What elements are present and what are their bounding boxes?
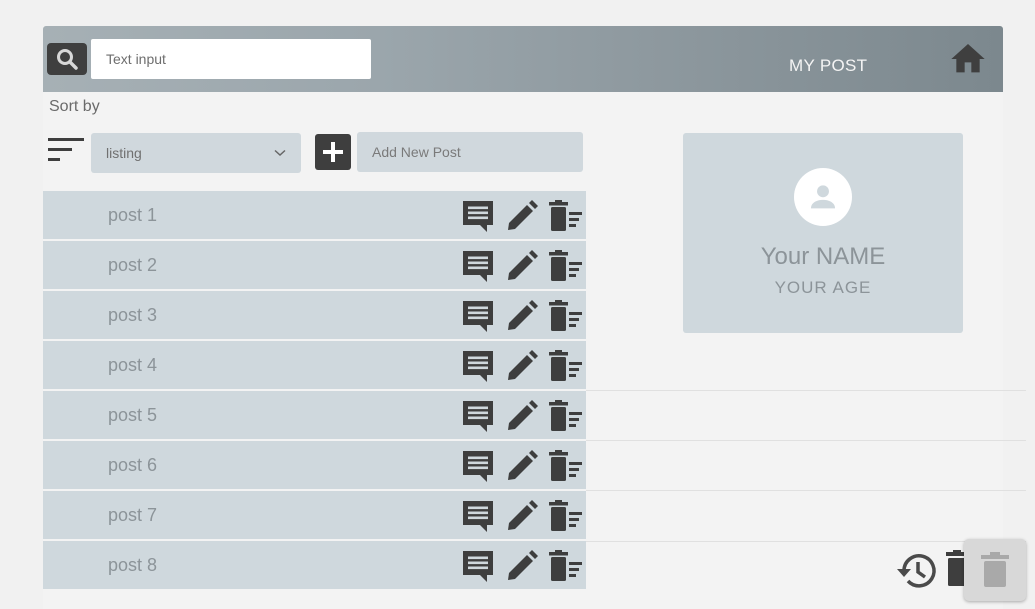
post-title: post 7	[108, 505, 158, 525]
comment-icon[interactable]	[461, 199, 495, 233]
post-title: post 5	[108, 405, 158, 425]
post-actions	[461, 349, 583, 383]
plus-icon	[323, 142, 343, 162]
app-container: MY POST Sort by listing post 1post 2post…	[43, 26, 1026, 609]
post-actions	[461, 399, 583, 433]
post-title: post 8	[108, 555, 158, 575]
post-title: post 4	[108, 355, 158, 375]
add-post-input[interactable]	[357, 132, 583, 172]
header-bar: MY POST	[43, 26, 1003, 92]
post-actions	[461, 299, 583, 333]
comment-icon[interactable]	[461, 399, 495, 433]
comment-icon[interactable]	[461, 449, 495, 483]
trash-bin-button[interactable]	[964, 539, 1026, 601]
post-actions	[461, 199, 583, 233]
profile-age: YOUR AGE	[774, 278, 872, 297]
comment-icon[interactable]	[461, 349, 495, 383]
post-row[interactable]: post 8	[43, 541, 586, 591]
chevron-down-icon	[274, 149, 286, 157]
delete-sweep-icon[interactable]	[549, 499, 583, 533]
comment-icon[interactable]	[461, 549, 495, 583]
pencil-icon[interactable]	[505, 199, 539, 233]
post-title: post 1	[108, 205, 158, 225]
search-button[interactable]	[47, 43, 87, 75]
delete-sweep-icon[interactable]	[549, 349, 583, 383]
pencil-icon[interactable]	[505, 349, 539, 383]
profile-name: Your NAME	[760, 243, 886, 270]
delete-sweep-icon[interactable]	[549, 249, 583, 283]
post-row[interactable]: post 6	[43, 441, 586, 491]
post-list: post 1 post 2 post 3 post 4 post 5 post 6 post…	[43, 191, 586, 591]
comment-icon[interactable]	[461, 499, 495, 533]
divider	[586, 490, 1026, 491]
post-title: post 6	[108, 455, 158, 475]
sort-by-label: Sort by	[49, 98, 100, 115]
user-icon	[810, 185, 836, 209]
restore-icon[interactable]	[894, 548, 940, 594]
delete-sweep-icon[interactable]	[549, 449, 583, 483]
pencil-icon[interactable]	[505, 449, 539, 483]
comment-icon[interactable]	[461, 249, 495, 283]
post-actions	[461, 499, 583, 533]
search-icon	[57, 49, 78, 70]
sort-icon[interactable]	[48, 138, 88, 164]
sort-select-value: listing	[106, 145, 142, 161]
page-title: MY POST	[789, 56, 868, 75]
profile-card: Your NAME YOUR AGE	[683, 133, 963, 333]
add-post-button[interactable]	[315, 134, 351, 170]
post-title: post 2	[108, 255, 158, 275]
comment-icon[interactable]	[461, 299, 495, 333]
post-row[interactable]: post 2	[43, 241, 586, 291]
divider	[586, 390, 1026, 391]
delete-sweep-icon[interactable]	[549, 549, 583, 583]
search-input[interactable]	[91, 39, 371, 79]
pencil-icon[interactable]	[505, 299, 539, 333]
delete-sweep-icon[interactable]	[549, 199, 583, 233]
home-icon[interactable]	[946, 39, 990, 79]
pencil-icon[interactable]	[505, 549, 539, 583]
trash-icon	[981, 552, 1009, 587]
pencil-icon[interactable]	[505, 399, 539, 433]
pencil-icon[interactable]	[505, 249, 539, 283]
post-row[interactable]: post 7	[43, 491, 586, 541]
divider	[586, 541, 1026, 542]
sort-select[interactable]: listing	[91, 133, 301, 173]
divider	[586, 440, 1026, 441]
delete-sweep-icon[interactable]	[549, 399, 583, 433]
post-row[interactable]: post 1	[43, 191, 586, 241]
post-title: post 3	[108, 305, 158, 325]
post-actions	[461, 549, 583, 583]
post-row[interactable]: post 3	[43, 291, 586, 341]
delete-sweep-icon[interactable]	[549, 299, 583, 333]
post-row[interactable]: post 4	[43, 341, 586, 391]
post-row[interactable]: post 5	[43, 391, 586, 441]
post-actions	[461, 249, 583, 283]
post-actions	[461, 449, 583, 483]
pencil-icon[interactable]	[505, 499, 539, 533]
avatar	[794, 168, 852, 226]
